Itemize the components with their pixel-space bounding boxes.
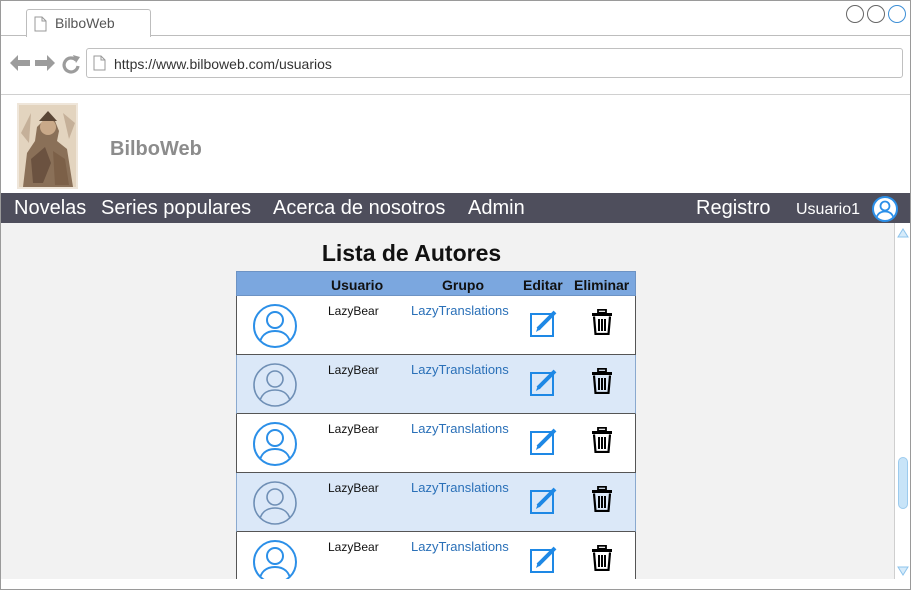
url-input[interactable]: https://www.bilboweb.com/usuarios [86, 48, 903, 78]
trash-icon[interactable] [591, 426, 613, 458]
edit-icon[interactable] [529, 367, 559, 402]
tab-strip: BilboWeb [1, 1, 910, 37]
vertical-scrollbar[interactable] [894, 223, 910, 579]
edit-icon[interactable] [529, 308, 559, 343]
row-username: LazyBear [328, 481, 379, 495]
page-title: Lista de Autores [321, 240, 502, 266]
scroll-up-arrow-icon[interactable] [897, 225, 909, 243]
user-avatar-icon [252, 480, 298, 531]
back-arrow-icon[interactable] [9, 54, 31, 77]
nav-username[interactable]: Usuario1 [796, 201, 860, 219]
nav-item-novelas[interactable]: Novelas [14, 197, 86, 220]
content-area: Lista de Autores Usuario Grupo Editar El… [1, 223, 894, 589]
column-header-edit: Editar [523, 277, 563, 293]
browser-tab[interactable]: BilboWeb [26, 9, 151, 37]
row-group-link[interactable]: LazyTranslations [411, 539, 509, 554]
url-text: https://www.bilboweb.com/usuarios [114, 56, 332, 72]
nav-item-series-populares[interactable]: Series populares [101, 197, 251, 220]
row-group-link[interactable]: LazyTranslations [411, 362, 509, 377]
edit-icon[interactable] [529, 485, 559, 520]
table-row: LazyBear LazyTranslations [236, 355, 636, 414]
column-header-group: Grupo [442, 277, 484, 293]
row-username: LazyBear [328, 540, 379, 554]
row-group-link[interactable]: LazyTranslations [411, 303, 509, 318]
user-avatar-icon[interactable] [872, 196, 898, 222]
main-navbar: Novelas Series populares Acerca de nosot… [1, 193, 910, 223]
trash-icon[interactable] [591, 308, 613, 340]
trash-icon[interactable] [591, 367, 613, 399]
nav-item-admin[interactable]: Admin [468, 197, 525, 220]
column-header-user: Usuario [331, 277, 384, 293]
window-maximize-button[interactable] [867, 5, 885, 23]
nav-item-acerca-de-nosotros[interactable]: Acerca de nosotros [273, 197, 445, 220]
edit-icon[interactable] [529, 544, 559, 579]
table-header: Usuario Grupo Editar Eliminar [236, 271, 636, 296]
authors-table: Usuario Grupo Editar Eliminar LazyBear L… [236, 271, 636, 589]
trash-icon[interactable] [591, 485, 613, 517]
site-logo[interactable] [17, 103, 78, 189]
row-group-link[interactable]: LazyTranslations [411, 421, 509, 436]
user-avatar-icon [252, 421, 298, 472]
site-header: BilboWeb [1, 96, 910, 193]
page-icon [93, 55, 106, 76]
nav-register-link[interactable]: Registro [696, 197, 770, 220]
scrollbar-thumb[interactable] [898, 457, 908, 509]
browser-window: BilboWeb https://www.bilboweb.com/usuari… [0, 0, 911, 590]
reload-icon[interactable] [61, 54, 81, 79]
user-avatar-icon [252, 362, 298, 413]
row-username: LazyBear [328, 304, 379, 318]
document-icon [34, 16, 47, 37]
window-bottom-edge [1, 579, 910, 589]
trash-icon[interactable] [591, 544, 613, 576]
row-group-link[interactable]: LazyTranslations [411, 480, 509, 495]
table-row: LazyBear LazyTranslations [236, 296, 636, 355]
brand-name[interactable]: BilboWeb [110, 138, 202, 161]
address-bar-row: https://www.bilboweb.com/usuarios [1, 37, 910, 95]
tab-title: BilboWeb [55, 15, 115, 31]
row-username: LazyBear [328, 363, 379, 377]
column-header-delete: Eliminar [574, 277, 630, 293]
row-username: LazyBear [328, 422, 379, 436]
edit-icon[interactable] [529, 426, 559, 461]
table-row: LazyBear LazyTranslations [236, 414, 636, 473]
table-row: LazyBear LazyTranslations [236, 473, 636, 532]
user-avatar-icon [252, 303, 298, 354]
window-close-button[interactable] [888, 5, 906, 23]
forward-arrow-icon[interactable] [34, 54, 56, 77]
window-minimize-button[interactable] [846, 5, 864, 23]
